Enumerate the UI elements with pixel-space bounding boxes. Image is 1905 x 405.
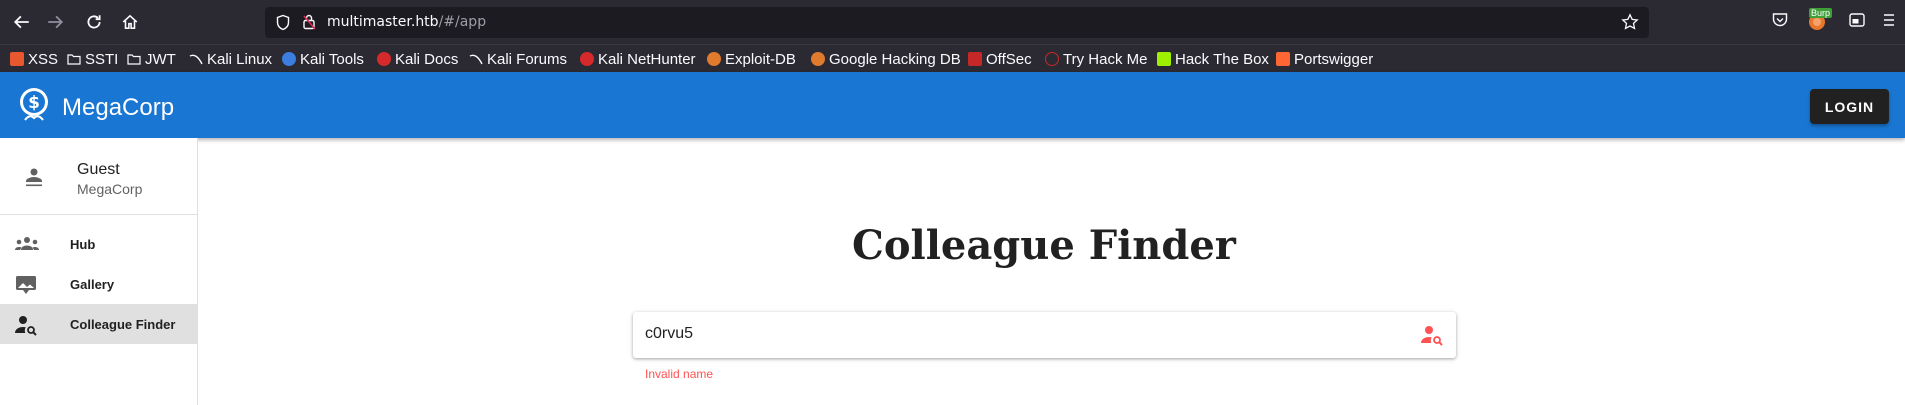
- folder-icon: [67, 54, 81, 65]
- bookmark-try-hack-me[interactable]: Try Hack Me: [1045, 50, 1147, 68]
- bookmark-ssti[interactable]: SSTI: [67, 50, 118, 68]
- megacorp-logo-icon: $: [20, 88, 48, 121]
- pocket-icon[interactable]: [1771, 11, 1789, 29]
- bookmark-jwt[interactable]: JWT: [127, 50, 176, 68]
- extensions-panel-icon[interactable]: [1848, 11, 1866, 29]
- forward-button[interactable]: [40, 7, 70, 37]
- kali-tools-icon: [282, 52, 296, 66]
- bookmark-exploit-db[interactable]: Exploit-DB: [707, 50, 796, 68]
- sidebar-item-hub[interactable]: Hub: [0, 224, 198, 264]
- svg-text:$: $: [28, 93, 40, 113]
- bolt-icon: [10, 52, 24, 66]
- app-bar: $ MegaCorp LOGIN: [0, 72, 1905, 138]
- bookmark-xss[interactable]: XSS: [10, 50, 58, 68]
- bookmarks-bar: XSS SSTI JWT Kali Linux Kali Tools Kali …: [0, 44, 1905, 72]
- home-button[interactable]: [115, 7, 145, 37]
- shield-icon: [276, 14, 290, 31]
- brand-name: MegaCorp: [62, 94, 175, 121]
- colleague-search-input[interactable]: [645, 325, 1345, 343]
- kali-nethunter-icon: [580, 52, 594, 66]
- ghdb-icon: [811, 52, 825, 66]
- menu-icon[interactable]: [1882, 11, 1896, 29]
- reload-icon: [87, 15, 101, 29]
- bookmark-kali-tools[interactable]: Kali Tools: [282, 50, 364, 68]
- kali-dragon-icon: [189, 54, 203, 65]
- exploit-db-icon: [707, 52, 721, 66]
- account-icon: [26, 168, 42, 187]
- kali-dragon-icon: [469, 54, 483, 65]
- user-profile: Guest MegaCorp: [0, 138, 198, 215]
- bookmark-kali-linux[interactable]: Kali Linux: [189, 50, 272, 68]
- folder-icon: [127, 54, 141, 65]
- sidebar: Guest MegaCorp Hub Gallery Colleague Fin…: [0, 138, 198, 405]
- bookmark-hack-the-box[interactable]: Hack The Box: [1157, 50, 1269, 68]
- colleague-search-field[interactable]: [633, 312, 1456, 358]
- tryhackme-icon: [1045, 52, 1059, 66]
- bookmark-star-icon[interactable]: [1621, 13, 1639, 31]
- home-icon: [122, 14, 138, 29]
- url-bar[interactable]: multimaster.htb/#/app: [265, 7, 1649, 38]
- sidebar-item-gallery[interactable]: Gallery: [0, 264, 198, 304]
- login-button[interactable]: LOGIN: [1810, 89, 1889, 124]
- gallery-icon: [16, 276, 36, 294]
- sidebar-item-label: Gallery: [70, 277, 115, 292]
- user-org: MegaCorp: [77, 181, 143, 197]
- bookmark-kali-nethunter[interactable]: Kali NetHunter: [580, 50, 696, 68]
- reload-button[interactable]: [79, 7, 109, 37]
- url-host: multimaster.htb: [327, 14, 439, 30]
- browser-toolbar: multimaster.htb/#/app Burp: [0, 0, 1905, 44]
- user-name: Guest: [77, 161, 120, 178]
- person-search-icon: [15, 316, 37, 336]
- page-info-icon[interactable]: [301, 13, 317, 31]
- sidebar-item-colleague-finder[interactable]: Colleague Finder: [0, 304, 198, 344]
- bookmark-google-hacking-db[interactable]: Google Hacking DB: [811, 50, 961, 68]
- kali-docs-icon: [377, 52, 391, 66]
- forward-arrow-icon: [48, 15, 64, 29]
- offsec-icon: [968, 52, 982, 66]
- bookmark-kali-docs[interactable]: Kali Docs: [377, 50, 458, 68]
- bookmark-portswigger[interactable]: Portswigger: [1276, 50, 1373, 68]
- burp-badge: Burp: [1809, 8, 1833, 18]
- page-title: Colleague Finder: [852, 222, 1236, 269]
- group-icon: [15, 237, 39, 250]
- url-path: /#/app: [438, 14, 487, 30]
- sidebar-item-label: Hub: [70, 237, 96, 252]
- validation-error: Invalid name: [645, 367, 714, 381]
- back-button[interactable]: [7, 7, 37, 37]
- htb-cube-icon: [1157, 52, 1171, 66]
- bookmark-offsec[interactable]: OffSec: [968, 50, 1032, 68]
- person-search-icon[interactable]: [1420, 324, 1444, 346]
- bookmark-kali-forums[interactable]: Kali Forums: [469, 50, 567, 68]
- url-text[interactable]: multimaster.htb/#/app: [327, 14, 486, 30]
- bolt-icon: [1276, 52, 1290, 66]
- sidebar-item-label: Colleague Finder: [70, 317, 176, 332]
- back-arrow-icon: [13, 15, 29, 29]
